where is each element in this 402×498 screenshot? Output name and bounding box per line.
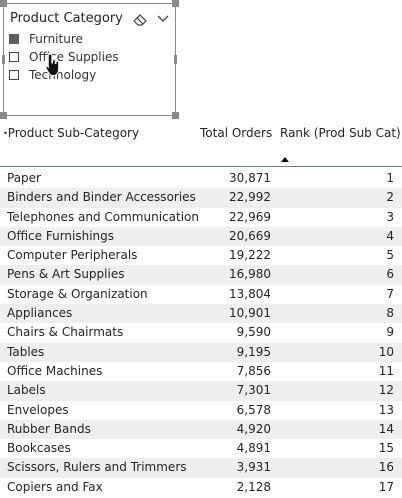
cell-subcategory: Tables [7, 344, 45, 359]
checkbox-furniture[interactable] [9, 34, 19, 44]
option-label: Office Supplies [29, 50, 119, 64]
cell-rank: 14 [378, 421, 394, 436]
cell-subcategory: Chairs & Chairmats [7, 325, 124, 340]
cell-total-orders: 9,195 [236, 344, 271, 359]
cell-rank: 12 [378, 383, 394, 398]
cell-total-orders: 7,856 [236, 363, 271, 378]
cell-subcategory: Office Machines [7, 363, 103, 378]
cell-rank: 16 [378, 460, 394, 475]
cell-subcategory: Storage & Organization [7, 286, 148, 301]
cell-rank: 6 [386, 267, 394, 282]
cell-rank: 15 [378, 441, 394, 456]
cell-total-orders: 20,669 [229, 228, 271, 243]
table-row[interactable]: Appliances 10,901 8 [0, 304, 402, 324]
cell-total-orders: 4,920 [236, 421, 271, 436]
cell-total-orders: 16,980 [229, 267, 271, 282]
cell-subcategory: Office Furnishings [7, 228, 115, 243]
resize-handle[interactable] [174, 55, 177, 64]
cell-total-orders: 10,901 [229, 306, 271, 321]
cell-rank: 11 [378, 363, 394, 378]
cell-total-orders: 30,871 [229, 171, 271, 185]
option-label: Technology [29, 68, 97, 82]
eraser-icon[interactable] [132, 11, 148, 30]
checkbox-technology[interactable] [9, 70, 19, 80]
table-row[interactable]: Bookcases 4,891 15 [0, 439, 402, 458]
cell-rank: 13 [378, 402, 394, 417]
column-header-rank[interactable]: Rank (Prod Sub Cat) [280, 126, 401, 140]
resize-handle[interactable] [0, 112, 7, 119]
cell-rank: 10 [378, 344, 394, 359]
cell-subcategory: Paper [7, 171, 41, 185]
cell-total-orders: 22,969 [229, 209, 271, 224]
slicer-title: Product Category [10, 11, 123, 26]
cell-subcategory: Pens & Art Supplies [7, 267, 125, 282]
resize-handle[interactable] [172, 0, 179, 7]
resize-handle[interactable] [172, 112, 179, 119]
cell-subcategory: Binders and Binder Accessories [7, 190, 196, 205]
cell-rank: 17 [378, 479, 394, 494]
table-row[interactable]: Scissors, Rulers and Trimmers 3,931 16 [0, 458, 402, 478]
cell-subcategory: Copiers and Fax [7, 479, 103, 494]
cell-rank: 3 [386, 209, 394, 224]
cell-total-orders: 2,128 [236, 479, 271, 494]
cell-subcategory: Appliances [7, 306, 73, 321]
resize-handle[interactable] [0, 0, 7, 7]
table-row[interactable]: Computer Peripherals 19,222 5 [0, 246, 402, 265]
cell-subcategory: Computer Peripherals [7, 248, 138, 263]
table-row[interactable]: Office Machines 7,856 11 [0, 362, 402, 381]
cell-rank: 8 [386, 306, 394, 321]
chevron-down-icon[interactable] [156, 11, 170, 30]
cell-total-orders: 22,992 [229, 190, 271, 205]
table-body: Paper 30,871 1 Binders and Binder Accessori… [0, 169, 402, 497]
table-row[interactable]: Binders and Binder Accessories 22,992 2 [0, 188, 402, 208]
table-row[interactable]: Paper 30,871 1 [0, 169, 402, 188]
cell-rank: 5 [386, 248, 394, 263]
cell-rank: 7 [386, 286, 394, 301]
table-row[interactable]: Tables 9,195 10 [0, 342, 402, 362]
table-row[interactable]: Rubber Bands 4,920 14 [0, 419, 402, 440]
header-label: Product Sub-Category [7, 126, 140, 140]
cell-subcategory: Envelopes [7, 402, 69, 417]
hand-pointer-icon [45, 53, 61, 81]
table-row[interactable]: Office Furnishings 20,669 4 [0, 226, 402, 247]
cell-rank: 1 [386, 171, 394, 185]
cell-total-orders: 13,804 [229, 286, 271, 301]
slicer-option-office-supplies[interactable]: Office Supplies [9, 49, 119, 65]
cell-rank: 9 [386, 325, 394, 340]
table-row[interactable]: Envelopes 6,578 13 [0, 401, 402, 420]
sort-ascending-icon[interactable] [281, 157, 289, 162]
product-category-slicer[interactable]: Product Category Furniture Office Suppli… [0, 0, 179, 119]
checkbox-office-supplies[interactable] [9, 52, 19, 62]
table-row[interactable]: Copiers and Fax 2,128 17 [0, 478, 402, 497]
column-header-subcategory[interactable]: •Product Sub-Category [3, 126, 139, 140]
cell-total-orders: 19,222 [229, 248, 271, 263]
resize-handle[interactable] [2, 55, 5, 64]
column-header-total-orders[interactable]: Total Orders [200, 126, 272, 140]
cell-rank: 2 [386, 190, 394, 205]
cell-total-orders: 3,931 [236, 460, 271, 475]
cell-total-orders: 4,891 [236, 441, 271, 456]
cell-subcategory: Bookcases [7, 441, 71, 456]
cell-total-orders: 9,590 [236, 325, 271, 340]
header-divider [0, 166, 402, 167]
slicer-option-furniture[interactable]: Furniture [9, 31, 83, 47]
table-row[interactable]: Pens & Art Supplies 16,980 6 [0, 265, 402, 285]
table-row[interactable]: Telephones and Communication 22,969 3 [0, 208, 402, 227]
slicer-toolbar [132, 11, 172, 27]
cell-subcategory: Scissors, Rulers and Trimmers [7, 460, 187, 475]
cell-subcategory: Rubber Bands [7, 421, 91, 436]
table-row[interactable]: Storage & Organization 13,804 7 [0, 285, 402, 304]
cell-subcategory: Labels [7, 383, 46, 398]
table-row[interactable]: Chairs & Chairmats 9,590 9 [0, 323, 402, 342]
cell-total-orders: 6,578 [236, 402, 271, 417]
option-label: Furniture [29, 32, 83, 46]
cell-subcategory: Telephones and Communication [7, 209, 199, 224]
cell-rank: 4 [386, 228, 394, 243]
cell-total-orders: 7,301 [236, 383, 271, 398]
table-row[interactable]: Labels 7,301 12 [0, 381, 402, 401]
